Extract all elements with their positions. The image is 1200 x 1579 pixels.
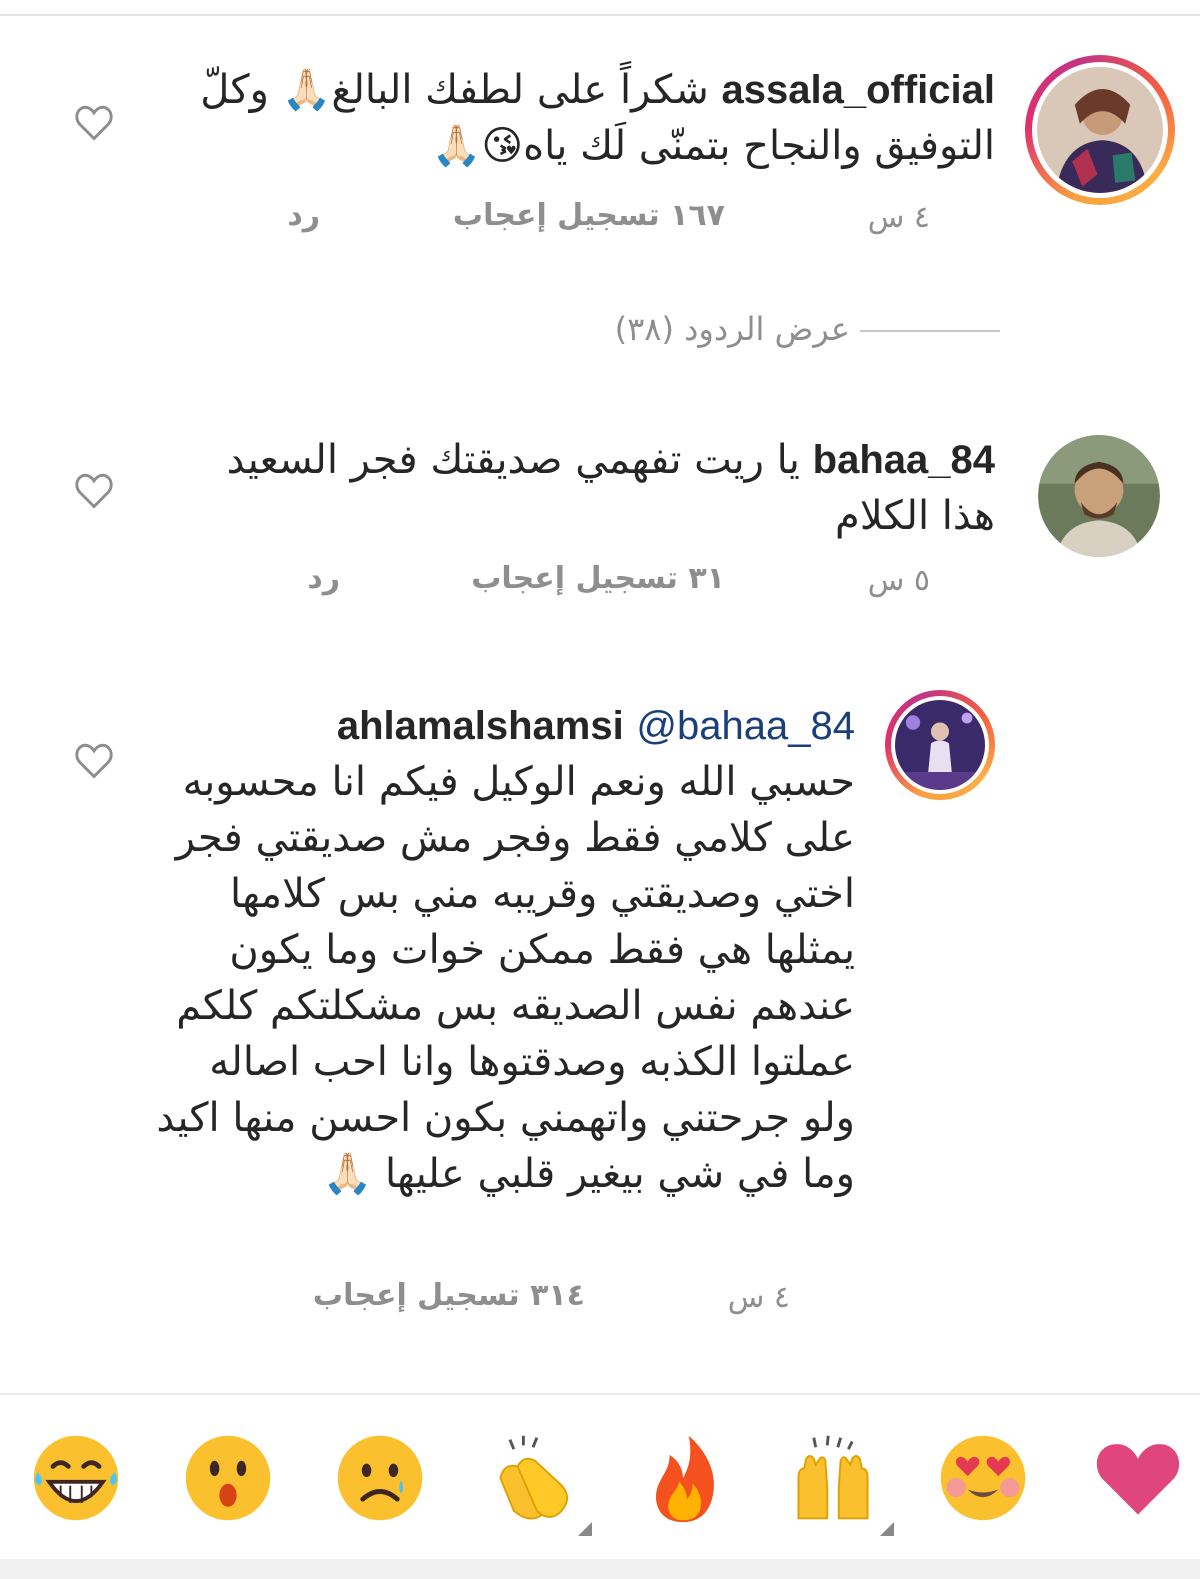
more-arrow-icon[interactable] (880, 1522, 894, 1536)
view-replies-label[interactable]: عرض الردود (٣٨) (615, 310, 850, 348)
comments-screen: assala_official شكراً على لطفك البالغ🙏🏻 … (0, 0, 1200, 1579)
profile-photo-icon (895, 700, 985, 790)
view-replies[interactable]: عرض الردود (٣٨) (600, 310, 1000, 360)
avatar[interactable] (885, 690, 995, 800)
comment-1: assala_official شكراً على لطفك البالغ🙏🏻 … (0, 0, 1200, 260)
avatar[interactable] (1038, 435, 1160, 557)
comment-body: assala_official شكراً على لطفك البالغ🙏🏻 … (175, 62, 995, 174)
comment-body: ahlamalshamsi @bahaa_84 حسبي الله ونعم ا… (155, 698, 855, 1202)
replies-line (860, 330, 1000, 332)
laughing-face-icon[interactable] (28, 1430, 124, 1526)
timestamp: ٤ س (867, 200, 930, 235)
username[interactable]: bahaa_84 (813, 438, 995, 482)
emoji-reaction-bar (0, 1420, 1200, 1540)
profile-photo-icon (1037, 67, 1163, 193)
timestamp: ٥ س (867, 563, 930, 598)
fire-icon[interactable] (635, 1430, 731, 1526)
sad-face-icon[interactable] (332, 1430, 428, 1526)
clapping-hands-icon[interactable] (485, 1430, 581, 1526)
bottom-bar (0, 1559, 1200, 1579)
reply-button[interactable]: رد (307, 561, 340, 596)
surprised-face-icon[interactable] (180, 1430, 276, 1526)
like-heart-icon[interactable] (72, 100, 116, 144)
avatar[interactable] (1025, 55, 1175, 205)
likes-count[interactable]: ٣١٤ تسجيل إعجاب (313, 1278, 585, 1313)
heart-eyes-icon[interactable] (935, 1430, 1031, 1526)
profile-photo-icon (1038, 435, 1160, 557)
reply-button[interactable]: رد (287, 198, 320, 233)
comment-3: ahlamalshamsi @bahaa_84 حسبي الله ونعم ا… (0, 680, 1200, 1360)
mention-link[interactable]: @bahaa_84 (636, 704, 855, 748)
raised-hands-icon[interactable] (785, 1430, 881, 1526)
timestamp: ٤ س (727, 1280, 790, 1315)
likes-count[interactable]: ٣١ تسجيل إعجاب (471, 561, 725, 596)
like-heart-icon[interactable] (72, 468, 116, 512)
comment-text: حسبي الله ونعم الوكيل فيكم انا محسوبه عل… (156, 759, 855, 1197)
more-arrow-icon[interactable] (578, 1522, 592, 1536)
comment-2: bahaa_84 يا ريت تفهمي صديقتك فجر السعيد … (0, 420, 1200, 620)
likes-count[interactable]: ١٦٧ تسجيل إعجاب (453, 198, 725, 233)
divider (0, 1393, 1200, 1395)
comment-body: bahaa_84 يا ريت تفهمي صديقتك فجر السعيد … (175, 432, 995, 544)
like-heart-icon[interactable] (72, 738, 116, 782)
heart-icon[interactable] (1090, 1430, 1186, 1526)
username[interactable]: ahlamalshamsi (337, 704, 624, 748)
username[interactable]: assala_official (722, 68, 996, 112)
